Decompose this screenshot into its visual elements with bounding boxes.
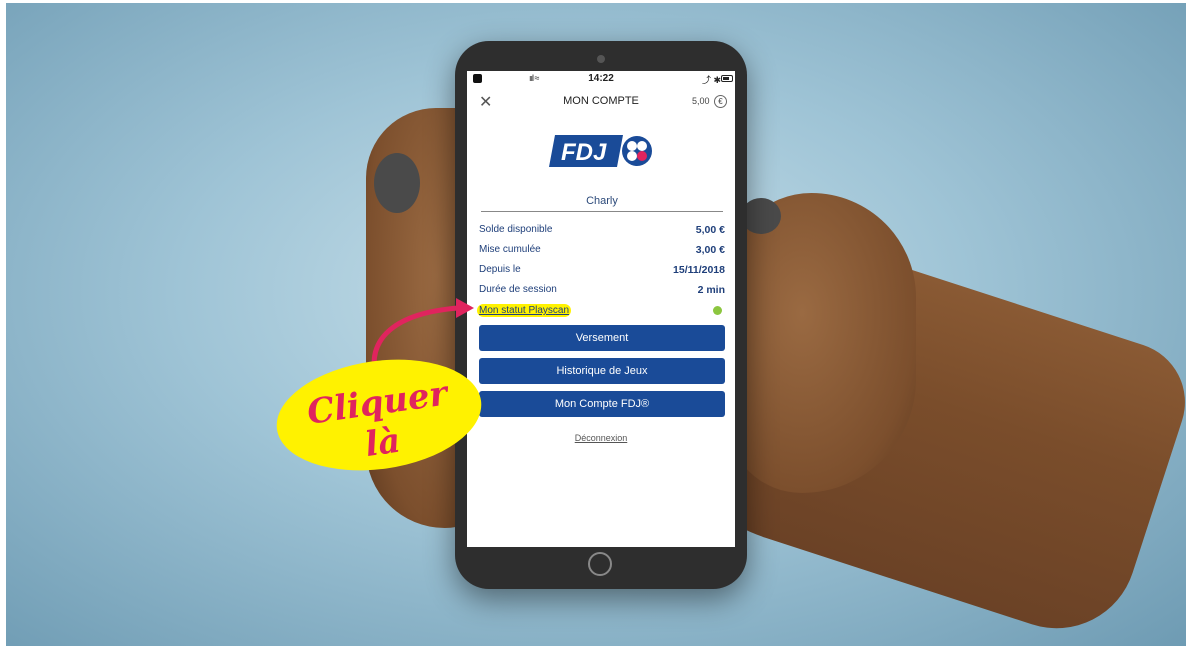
detail-value: 3,00 €	[695, 244, 725, 256]
phone-speaker	[597, 55, 605, 63]
playscan-status-dot	[713, 306, 722, 315]
detail-label: Durée de session	[479, 284, 557, 295]
fdj-logo: FDJ	[549, 135, 652, 167]
location-bluetooth-icon: ⤴ ✱	[701, 75, 721, 85]
home-button[interactable]	[588, 552, 612, 576]
fdj-account-button[interactable]: Mon Compte FDJ®	[479, 391, 725, 417]
detail-row: Depuis le 15/11/2018	[479, 261, 725, 281]
header-balance: 5,00 €	[692, 95, 727, 108]
detail-label: Mise cumulée	[479, 244, 541, 255]
game-history-button[interactable]: Historique de Jeux	[479, 358, 725, 384]
phone-device: ııl ≈ 14:22 ⤴ ✱ ✕ MON COMPTE 5,00 € FDJ	[455, 41, 747, 589]
status-bar: ııl ≈ 14:22 ⤴ ✱	[467, 71, 735, 87]
logout-link[interactable]: Déconnexion	[467, 433, 735, 443]
account-details: Solde disponible 5,00 € Mise cumulée 3,0…	[477, 221, 725, 321]
playscan-link[interactable]: Mon statut Playscan	[477, 304, 572, 317]
detail-label: Depuis le	[479, 264, 521, 275]
phone-screen: ııl ≈ 14:22 ⤴ ✱ ✕ MON COMPTE 5,00 € FDJ	[467, 71, 735, 547]
detail-row: Solde disponible 5,00 €	[479, 221, 725, 241]
right-paw	[726, 193, 916, 493]
detail-row: Mise cumulée 3,00 €	[479, 241, 725, 261]
versement-button[interactable]: Versement	[479, 325, 725, 351]
status-time: 14:22	[588, 73, 614, 84]
euro-icon: €	[714, 95, 727, 108]
header-bar: ✕ MON COMPTE 5,00 €	[467, 89, 735, 117]
header-balance-value: 5,00	[691, 95, 710, 106]
claw	[741, 198, 781, 234]
username: Charly	[481, 195, 723, 212]
battery-icon	[721, 75, 733, 82]
background-scene: ııl ≈ 14:22 ⤴ ✱ ✕ MON COMPTE 5,00 € FDJ	[6, 3, 1186, 646]
detail-label: Solde disponible	[479, 224, 553, 235]
claw	[374, 153, 420, 213]
detail-value: 15/11/2018	[673, 264, 725, 276]
detail-row: Durée de session 2 min	[479, 281, 725, 301]
playscan-row[interactable]: Mon statut Playscan	[477, 301, 725, 321]
detail-value: 2 min	[697, 284, 725, 296]
fdj-logo-text: FDJ	[561, 139, 607, 166]
detail-value: 5,00 €	[695, 224, 725, 236]
